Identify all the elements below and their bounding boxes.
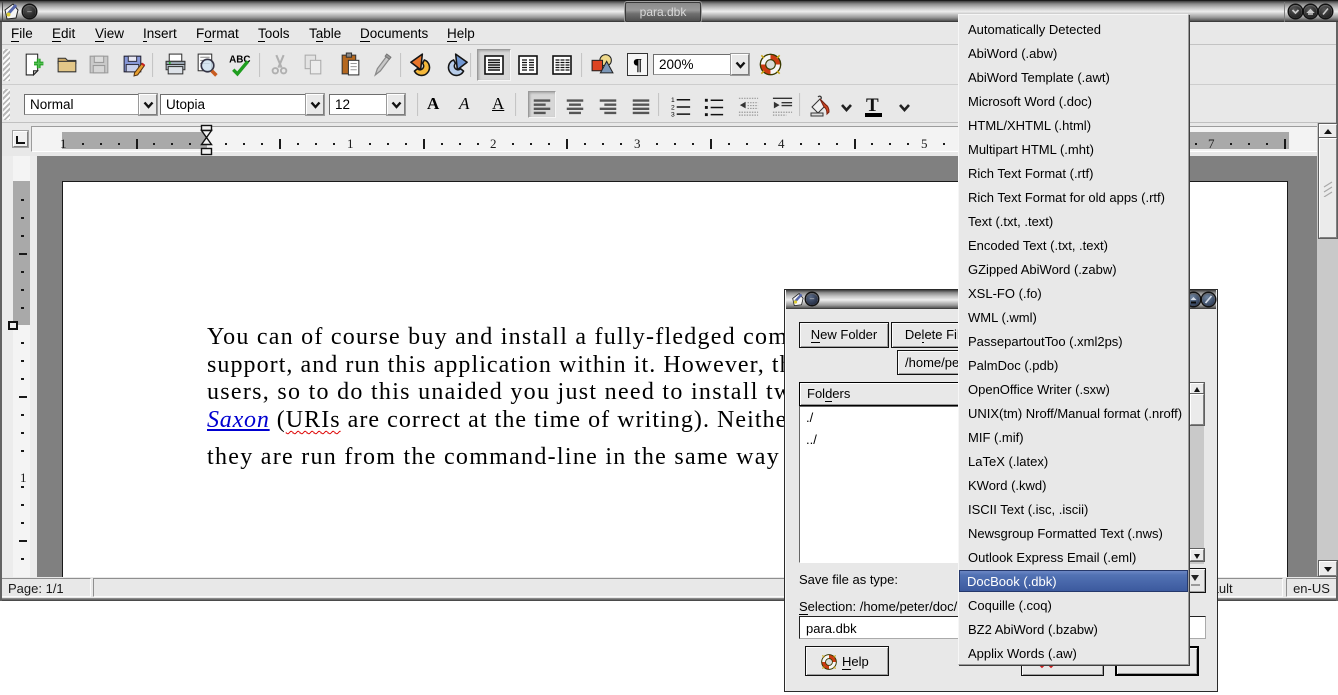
svg-text:T: T — [866, 95, 879, 116]
svg-text:2: 2 — [671, 104, 675, 111]
svg-text:1: 1 — [671, 97, 675, 104]
svg-text:3: 3 — [671, 112, 675, 118]
